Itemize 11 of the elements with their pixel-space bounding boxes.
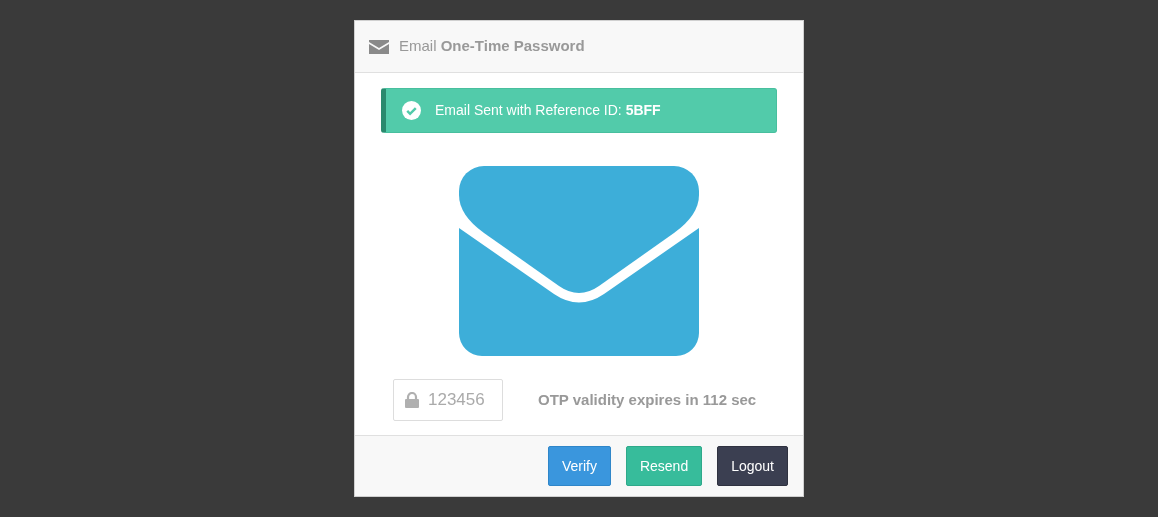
envelope-icon (369, 39, 389, 54)
expiry-text: OTP validity expires in 112 sec (538, 389, 757, 410)
check-circle-icon (402, 101, 421, 120)
action-button[interactable]: Resend (625, 446, 703, 486)
action-button[interactable]: Logout (717, 446, 788, 486)
envelope-icon (459, 166, 699, 356)
lock-icon (405, 392, 419, 408)
alert-message: Email Sent with Reference ID: 5BFF (435, 101, 661, 120)
otp-input[interactable]: 123456 (393, 379, 503, 421)
dialog-title: Email One-Time Password (399, 36, 585, 57)
action-button[interactable]: Verify (547, 446, 611, 486)
